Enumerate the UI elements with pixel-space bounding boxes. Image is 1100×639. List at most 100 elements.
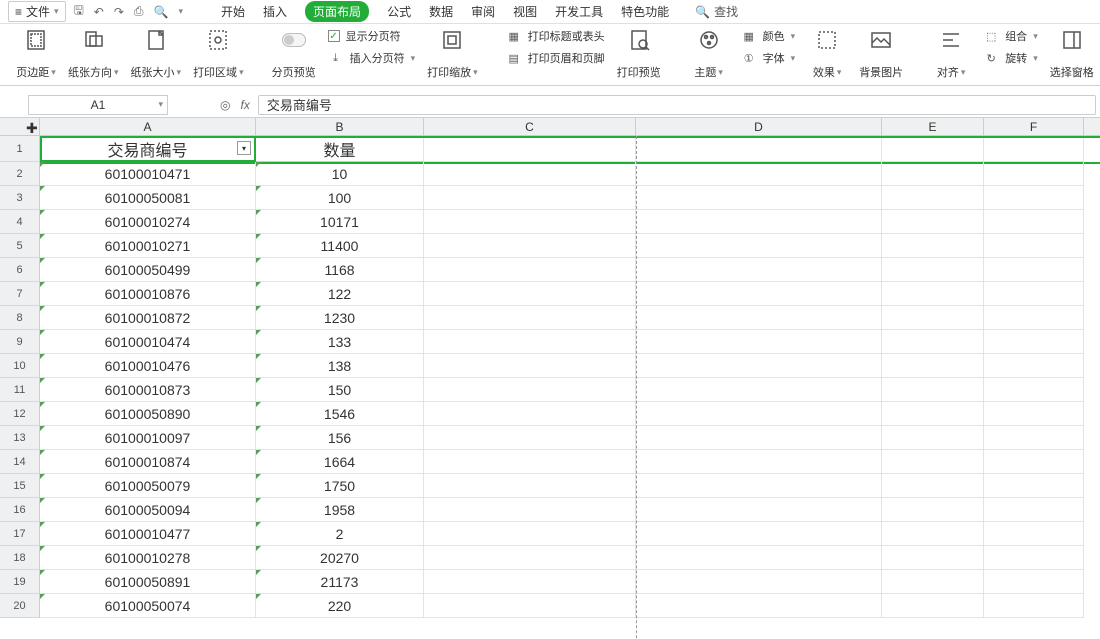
cell[interactable]: 138 (256, 354, 424, 378)
cell[interactable] (636, 570, 882, 594)
cell[interactable]: 122 (256, 282, 424, 306)
cell[interactable]: 60100010874 (40, 450, 256, 474)
cell[interactable] (424, 378, 636, 402)
row-header[interactable]: 10 (0, 354, 40, 378)
target-icon[interactable]: ◎ (220, 98, 230, 112)
filter-button[interactable]: ▾ (237, 141, 251, 155)
cell[interactable] (984, 210, 1084, 234)
row-header[interactable]: 20 (0, 594, 40, 618)
show-page-break-check[interactable]: ✓显示分页符 (328, 28, 416, 44)
cell[interactable] (882, 426, 984, 450)
select-pane-button[interactable]: 选择窗格 (1050, 28, 1094, 80)
tab-devtools[interactable]: 开发工具 (555, 3, 603, 20)
cell[interactable] (424, 210, 636, 234)
cell[interactable]: 60100050891 (40, 570, 256, 594)
tab-view[interactable]: 视图 (513, 3, 537, 20)
row-header[interactable]: 12 (0, 402, 40, 426)
cell[interactable]: 60100010477 (40, 522, 256, 546)
print-icon[interactable]: ⎙ (134, 4, 144, 19)
cell[interactable]: 1958 (256, 498, 424, 522)
cell[interactable] (424, 258, 636, 282)
cell[interactable] (984, 546, 1084, 570)
cell[interactable] (424, 306, 636, 330)
cell[interactable] (984, 402, 1084, 426)
cell[interactable]: 1230 (256, 306, 424, 330)
cell[interactable]: 10171 (256, 210, 424, 234)
cell[interactable]: 20270 (256, 546, 424, 570)
cell[interactable] (882, 186, 984, 210)
cell[interactable] (882, 258, 984, 282)
effect-button[interactable]: 效果▾ (807, 28, 847, 80)
cell[interactable] (984, 354, 1084, 378)
cell[interactable]: 数量 (256, 136, 424, 162)
cell[interactable] (882, 450, 984, 474)
formula-input[interactable]: 交易商编号 (258, 95, 1096, 115)
cell[interactable] (636, 498, 882, 522)
print-header-footer-button[interactable]: ▤打印页眉和页脚 (506, 50, 605, 66)
page-margin-button[interactable]: 页边距▾ (16, 28, 56, 80)
cell[interactable] (882, 234, 984, 258)
row-header[interactable]: 9 (0, 330, 40, 354)
theme-button[interactable]: 主题▾ (689, 28, 729, 80)
cell[interactable]: 1546 (256, 402, 424, 426)
cell[interactable] (636, 354, 882, 378)
cell[interactable]: 11400 (256, 234, 424, 258)
cell[interactable] (882, 546, 984, 570)
cell[interactable] (984, 186, 1084, 210)
cell[interactable] (882, 162, 984, 186)
tab-formula[interactable]: 公式 (387, 3, 411, 20)
cell[interactable]: 60100050074 (40, 594, 256, 618)
cell[interactable] (636, 378, 882, 402)
cell[interactable] (984, 474, 1084, 498)
font-button[interactable]: ①字体▾ (741, 50, 796, 66)
cell[interactable]: 150 (256, 378, 424, 402)
name-box[interactable]: A1 ▾ (28, 95, 168, 115)
cell[interactable] (424, 450, 636, 474)
row-header[interactable]: 2 (0, 162, 40, 186)
select-all-corner[interactable]: ✚ (0, 118, 40, 136)
chevron-down-icon[interactable]: ▾ (178, 6, 183, 17)
cell[interactable] (424, 594, 636, 618)
cell[interactable] (636, 546, 882, 570)
cell[interactable]: 60100010872 (40, 306, 256, 330)
cell[interactable] (636, 594, 882, 618)
cell[interactable]: 156 (256, 426, 424, 450)
cell[interactable]: 60100010274 (40, 210, 256, 234)
cell[interactable] (636, 474, 882, 498)
cell[interactable] (424, 162, 636, 186)
tab-special[interactable]: 特色功能 (621, 3, 669, 20)
row-header[interactable]: 14 (0, 450, 40, 474)
cell[interactable]: 220 (256, 594, 424, 618)
cell[interactable]: 60100050890 (40, 402, 256, 426)
cell[interactable] (636, 210, 882, 234)
cell[interactable] (984, 234, 1084, 258)
cell[interactable]: 60100050499 (40, 258, 256, 282)
cell[interactable] (424, 522, 636, 546)
row-header[interactable]: 7 (0, 282, 40, 306)
cell[interactable] (984, 498, 1084, 522)
cell[interactable] (424, 570, 636, 594)
cell[interactable] (984, 450, 1084, 474)
print-preview-button[interactable]: 打印预览 (617, 28, 661, 80)
cell[interactable]: 100 (256, 186, 424, 210)
cell[interactable]: 60100010876 (40, 282, 256, 306)
cell[interactable] (882, 498, 984, 522)
cell[interactable] (424, 186, 636, 210)
cell[interactable] (636, 450, 882, 474)
fx-icon[interactable]: fx (240, 98, 249, 112)
row-header[interactable]: 5 (0, 234, 40, 258)
row-header[interactable]: 15 (0, 474, 40, 498)
rotate-button[interactable]: ↻旋转▾ (983, 50, 1038, 66)
cell[interactable] (424, 354, 636, 378)
tab-review[interactable]: 审阅 (471, 3, 495, 20)
cell[interactable]: 21173 (256, 570, 424, 594)
cell[interactable] (636, 330, 882, 354)
color-button[interactable]: ▦颜色▾ (741, 28, 796, 44)
cell[interactable]: 2 (256, 522, 424, 546)
tab-data[interactable]: 数据 (429, 3, 453, 20)
cell[interactable] (636, 282, 882, 306)
cell[interactable] (882, 570, 984, 594)
cell[interactable] (882, 210, 984, 234)
col-header-a[interactable]: A (40, 118, 256, 135)
cell[interactable]: 133 (256, 330, 424, 354)
